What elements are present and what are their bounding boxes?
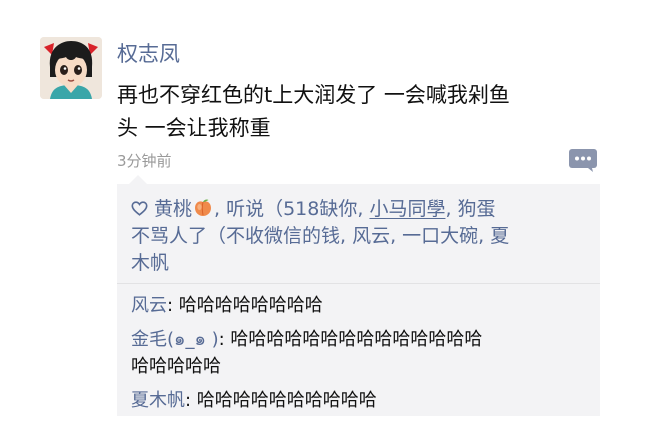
comments-list: 风云: 哈哈哈哈哈哈哈哈 金毛(๑_๑ ): 哈哈哈哈哈哈哈哈哈哈哈哈哈哈 哈哈…: [131, 292, 596, 421]
likes-text[interactable]: , 听说（518缺你,: [214, 198, 369, 220]
commenter-name[interactable]: 风云: [131, 295, 167, 316]
comment-text: 哈哈哈哈哈哈哈哈哈哈: [196, 390, 377, 411]
comment-item[interactable]: 风云: 哈哈哈哈哈哈哈哈: [131, 292, 596, 319]
post-content-line: 头 一会让我称重: [117, 116, 271, 140]
peach-emoji-icon: [193, 198, 213, 218]
likes-row[interactable]: 木帆: [131, 250, 593, 277]
likes-row[interactable]: 不骂人了（不收微信的钱, 风云, 一口大碗, 夏: [131, 223, 593, 250]
moments-post: 权志凤 再也不穿红色的t上大润发了 一会喊我剁鱼 头 一会让我称重 3分钟前 黄…: [0, 0, 645, 430]
comment-separator: :: [167, 295, 179, 316]
comment-line: 风云: 哈哈哈哈哈哈哈哈: [131, 292, 596, 319]
comment-line: 金毛(๑_๑ ): 哈哈哈哈哈哈哈哈哈哈哈哈哈哈: [131, 326, 596, 353]
post-author-name[interactable]: 权志凤: [117, 38, 180, 68]
liker-name[interactable]: 小马同學: [369, 198, 445, 220]
liker-name[interactable]: 黄桃: [154, 198, 192, 220]
comment-item[interactable]: 金毛(๑_๑ ): 哈哈哈哈哈哈哈哈哈哈哈哈哈哈 哈哈哈哈哈: [131, 326, 596, 380]
likes-comments-panel: 黄桃 , 听说（518缺你, 小马同學, 狗蛋 不骂人了（不收微信的钱, 风云,…: [117, 175, 600, 416]
likes-text[interactable]: , 狗蛋: [445, 198, 495, 220]
divider: [117, 283, 600, 284]
post-timestamp: 3分钟前: [117, 152, 172, 170]
likes-list: 黄桃 , 听说（518缺你, 小马同學, 狗蛋 不骂人了（不收微信的钱, 风云,…: [131, 196, 593, 277]
commenter-name[interactable]: 夏木帆: [131, 390, 185, 411]
panel-caret: [129, 175, 147, 184]
comment-line: 夏木帆: 哈哈哈哈哈哈哈哈哈哈: [131, 387, 596, 414]
avatar[interactable]: [40, 37, 102, 99]
comment-item[interactable]: 夏木帆: 哈哈哈哈哈哈哈哈哈哈: [131, 387, 596, 414]
heart-outline-icon: [131, 197, 148, 216]
comment-separator: :: [218, 329, 231, 350]
comment-text: 哈哈哈哈哈哈哈哈哈哈哈哈哈哈: [230, 329, 483, 350]
comment-bubble-icon[interactable]: [568, 147, 598, 173]
likes-row: 黄桃 , 听说（518缺你, 小马同學, 狗蛋: [131, 196, 593, 223]
post-content: 再也不穿红色的t上大润发了 一会喊我剁鱼 头 一会让我称重: [117, 79, 602, 145]
comment-text: 哈哈哈哈哈哈哈哈: [178, 295, 323, 316]
comment-text: 哈哈哈哈哈: [131, 356, 221, 377]
comment-separator: :: [185, 390, 197, 411]
post-content-line: 再也不穿红色的t上大润发了 一会喊我剁鱼: [117, 83, 510, 107]
commenter-name[interactable]: 金毛(๑_๑ ): [131, 329, 219, 350]
